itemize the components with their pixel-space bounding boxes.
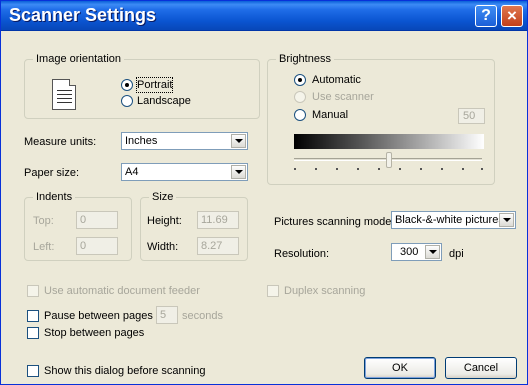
brightness-gradient — [294, 134, 484, 149]
brightness-title: Brightness — [276, 52, 334, 66]
left-label: Left: — [33, 241, 55, 253]
brightness-slider-thumb[interactable] — [386, 152, 392, 168]
pause-checkbox[interactable] — [27, 310, 39, 322]
show-dialog-label[interactable]: Show this dialog before scanning — [44, 364, 205, 378]
use-scanner-radio[interactable] — [294, 91, 306, 103]
image-orientation-title: Image orientation — [33, 52, 124, 66]
height-label: Height: — [147, 215, 182, 227]
dialog-title: Scanner Settings — [9, 5, 157, 25]
stop-label[interactable]: Stop between pages — [44, 326, 144, 340]
chevron-down-icon[interactable] — [499, 213, 514, 227]
slider-tick — [399, 168, 401, 170]
automatic-label[interactable]: Automatic — [312, 73, 361, 87]
slider-tick — [441, 168, 443, 170]
landscape-label[interactable]: Landscape — [137, 94, 191, 108]
chevron-down-icon[interactable] — [231, 165, 246, 179]
measure-units-value: Inches — [125, 135, 158, 147]
pause-label[interactable]: Pause between pages — [44, 309, 153, 323]
duplex-checkbox[interactable] — [267, 285, 279, 297]
resolution-label: Resolution: — [274, 248, 330, 260]
paper-size-label: Paper size: — [24, 167, 80, 179]
slider-tick — [420, 168, 422, 170]
portrait-radio[interactable] — [121, 79, 133, 91]
measure-units-select[interactable]: Inches — [121, 132, 248, 150]
slider-tick — [462, 168, 464, 170]
brightness-value-box[interactable]: 50 — [458, 108, 485, 124]
height-input[interactable]: 11.69 — [197, 211, 239, 229]
automatic-radio[interactable] — [294, 74, 306, 86]
ok-button[interactable]: OK — [364, 357, 436, 379]
radio-selected-dot — [298, 78, 302, 82]
portrait-label[interactable]: Portrait — [135, 77, 174, 93]
resolution-select[interactable]: 300 — [391, 243, 442, 261]
pictures-mode-label: Pictures scanning mode: — [274, 216, 395, 228]
auto-feeder-label[interactable]: Use automatic document feeder — [44, 284, 200, 298]
chevron-down-icon[interactable] — [425, 245, 440, 259]
brightness-value: 50 — [463, 110, 476, 122]
paper-size-select[interactable]: A4 — [121, 163, 248, 181]
landscape-radio[interactable] — [121, 95, 133, 107]
width-input[interactable]: 8.27 — [197, 237, 239, 255]
stop-checkbox[interactable] — [27, 327, 39, 339]
width-value: 8.27 — [201, 240, 223, 252]
left-indent-input[interactable]: 0 — [76, 237, 118, 255]
slider-tick — [357, 168, 359, 170]
chevron-down-icon[interactable] — [231, 134, 246, 148]
show-dialog-checkbox[interactable] — [27, 365, 39, 377]
slider-tick — [336, 168, 338, 170]
title-bar[interactable]: Scanner Settings ? × — [1, 1, 527, 31]
cancel-button[interactable]: Cancel — [445, 357, 517, 379]
seconds-label: seconds — [182, 310, 223, 322]
height-value: 11.69 — [201, 214, 228, 226]
dpi-label: dpi — [449, 248, 464, 260]
document-icon — [52, 79, 76, 110]
manual-radio[interactable] — [294, 109, 306, 121]
pictures-mode-value: Black-&-white pictures — [395, 214, 504, 226]
auto-feeder-checkbox[interactable] — [27, 285, 39, 297]
pause-seconds-input[interactable]: 5 — [156, 306, 178, 324]
pause-seconds-value: 5 — [160, 309, 167, 321]
radio-selected-dot — [125, 83, 129, 87]
paper-size-value: A4 — [125, 166, 139, 178]
measure-units-label: Measure units: — [24, 136, 97, 148]
slider-tick — [294, 168, 296, 170]
help-button[interactable]: ? — [475, 5, 497, 27]
use-scanner-label[interactable]: Use scanner — [312, 90, 374, 104]
resolution-value: 300 — [400, 246, 419, 258]
pictures-mode-select[interactable]: Black-&-white pictures — [391, 211, 516, 229]
top-indent-input[interactable]: 0 — [76, 211, 118, 229]
width-label: Width: — [147, 241, 179, 253]
slider-tick — [315, 168, 317, 170]
slider-tick — [481, 168, 483, 170]
size-title: Size — [149, 190, 177, 204]
manual-label[interactable]: Manual — [312, 108, 348, 122]
slider-tick — [378, 168, 380, 170]
indents-title: Indents — [33, 190, 76, 204]
duplex-label[interactable]: Duplex scanning — [284, 284, 365, 298]
scanner-settings-dialog: Scanner Settings ? × Image orientation P… — [0, 0, 528, 385]
close-button[interactable]: × — [501, 5, 523, 27]
top-label: Top: — [33, 215, 54, 227]
left-indent-value: 0 — [80, 240, 87, 252]
top-indent-value: 0 — [80, 214, 87, 226]
